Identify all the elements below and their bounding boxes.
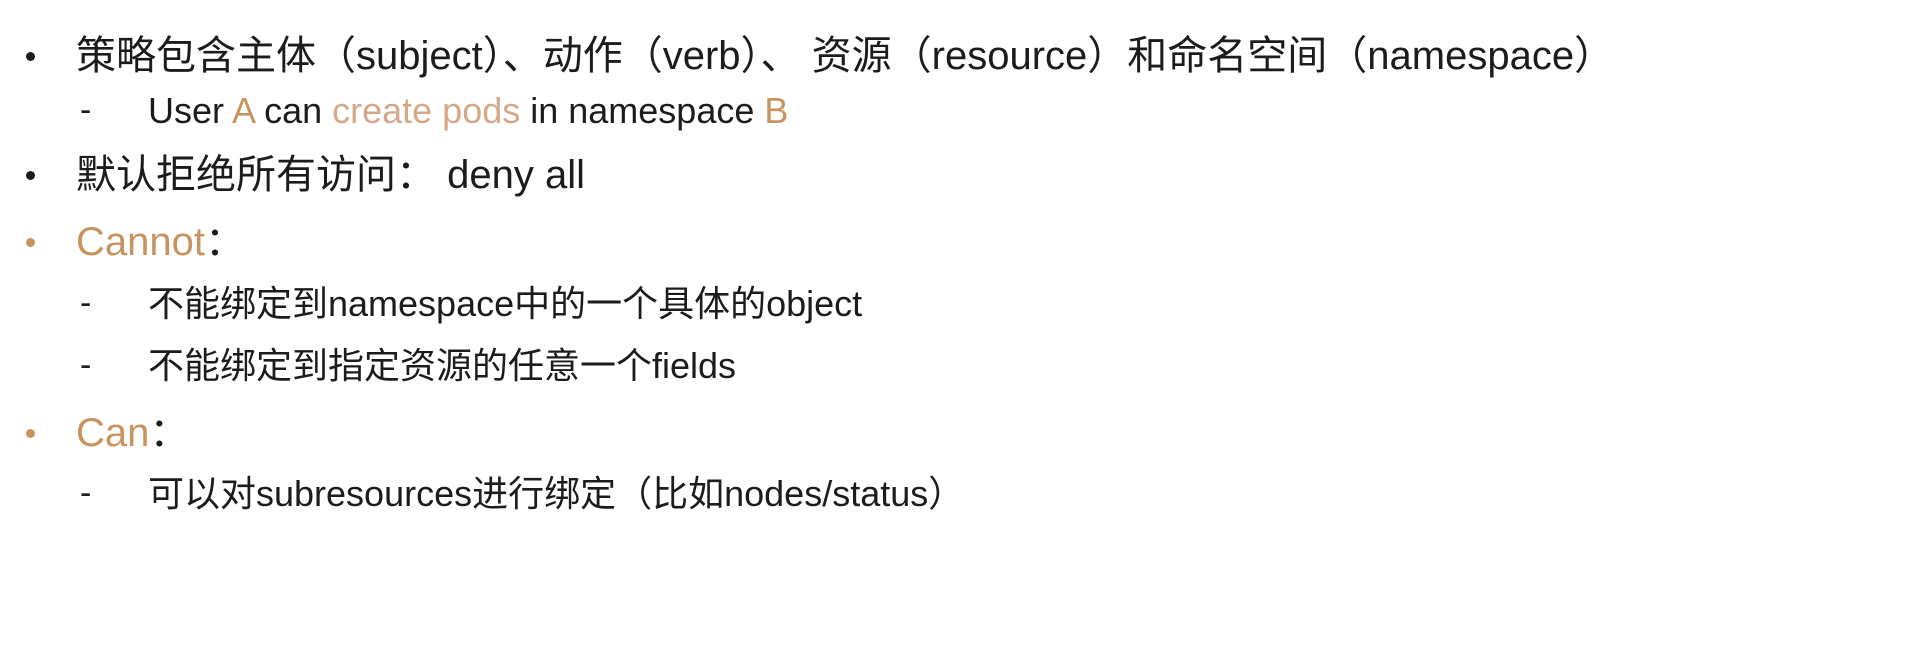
heading-colon: ：: [204, 220, 245, 264]
example-namespace: B: [764, 90, 789, 131]
bullet-heading: Cannot：: [76, 222, 245, 262]
example-text-can: can: [254, 90, 333, 131]
bullet-dot: [26, 171, 35, 180]
heading-cannot: Cannot: [76, 220, 205, 264]
dash-marker: -: [80, 346, 92, 384]
bullet-text: 默认拒绝所有访问： deny all: [76, 153, 585, 197]
heading-can: Can: [76, 411, 150, 455]
sub-bullet-text: User A can create pods in namespace B: [148, 93, 788, 129]
slide: 策略包含主体（subject）、动作（verb）、 资源（resource）和命…: [0, 0, 1920, 646]
bullet-heading: Can：: [76, 413, 189, 453]
sub-bullet-text: 可以对subresources进行绑定（比如nodes/status）: [148, 473, 965, 514]
bullet-dot: [26, 238, 35, 247]
dash-marker: -: [80, 91, 92, 129]
example-text-user: User: [148, 90, 233, 131]
bullet-text: 策略包含主体（subject）、动作（verb）、 资源（resource）和命…: [76, 34, 1615, 78]
dash-marker: -: [80, 284, 92, 322]
example-text-namespace: in namespace: [520, 90, 765, 131]
heading-colon: ：: [149, 411, 190, 455]
bullet-dot: [26, 429, 35, 438]
dash-marker: -: [80, 474, 92, 512]
sub-bullet-text: 不能绑定到namespace中的一个具体的object: [148, 283, 863, 324]
example-action: create pods: [332, 90, 521, 131]
sub-bullet-text: 不能绑定到指定资源的任意一个fields: [148, 345, 737, 386]
example-subject: A: [232, 90, 255, 131]
bullet-dot: [26, 52, 35, 61]
